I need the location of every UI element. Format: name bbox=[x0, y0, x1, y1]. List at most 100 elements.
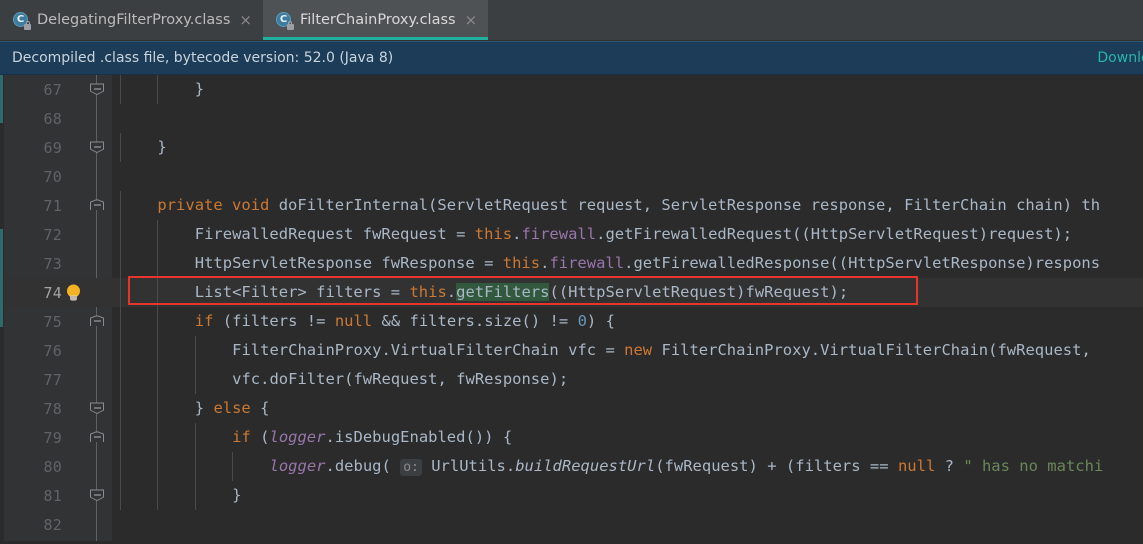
code-line[interactable] bbox=[112, 104, 1143, 133]
editor-tab-bar: C DelegatingFilterProxy.class × C Filter… bbox=[0, 0, 1143, 41]
change-marker bbox=[0, 229, 3, 327]
indent-guide bbox=[120, 423, 121, 452]
indent-guide bbox=[120, 220, 121, 249]
fold-start-icon[interactable] bbox=[90, 199, 104, 212]
line-number: 70 bbox=[43, 167, 62, 186]
code-line[interactable] bbox=[112, 162, 1143, 191]
change-marker bbox=[0, 75, 3, 123]
java-class-locked-icon: C bbox=[13, 11, 31, 30]
close-icon[interactable]: × bbox=[463, 12, 480, 28]
indent-guide bbox=[120, 394, 121, 423]
line-number: 68 bbox=[43, 109, 62, 128]
code-line[interactable]: FilterChainProxy.VirtualFilterChain vfc … bbox=[112, 336, 1143, 365]
line-number: 71 bbox=[43, 196, 62, 215]
gutter-row[interactable]: 82 bbox=[4, 510, 112, 539]
line-number: 82 bbox=[43, 515, 62, 534]
gutter-row[interactable]: 69 bbox=[4, 133, 112, 162]
fold-end-icon[interactable] bbox=[90, 402, 104, 415]
tab-bar-filler bbox=[488, 0, 1143, 40]
download-sources-link[interactable]: Download bbox=[1097, 50, 1143, 66]
line-number: 75 bbox=[43, 312, 62, 331]
code-line[interactable]: if (filters != null && filters.size() !=… bbox=[112, 307, 1143, 336]
line-number: 73 bbox=[43, 254, 62, 273]
line-number: 80 bbox=[43, 457, 62, 476]
indent-guide bbox=[157, 365, 159, 394]
indent-guide bbox=[157, 278, 159, 307]
indent-guide bbox=[157, 452, 159, 481]
indent-guide bbox=[120, 249, 121, 278]
indent-guide bbox=[157, 336, 159, 365]
indent-guide bbox=[120, 307, 121, 336]
line-number: 67 bbox=[43, 80, 62, 99]
code-line[interactable]: HttpServletResponse fwResponse = this.fi… bbox=[112, 249, 1143, 278]
gutter-row[interactable]: 77 bbox=[4, 365, 112, 394]
code-line[interactable]: FirewalledRequest fwRequest = this.firew… bbox=[112, 220, 1143, 249]
line-number: 69 bbox=[43, 138, 62, 157]
indent-guide bbox=[157, 423, 159, 452]
indent-guide bbox=[120, 278, 121, 307]
indent-guide bbox=[120, 481, 121, 510]
gutter-row[interactable]: 75 bbox=[4, 307, 112, 336]
intention-bulb-icon[interactable] bbox=[66, 284, 81, 301]
indent-guide bbox=[120, 452, 121, 481]
editor-body: 67 68 69 70 71 72 73 74 75 76 77 78 79 80 81 82 } } pri… bbox=[0, 75, 1143, 541]
fold-end-icon[interactable] bbox=[90, 83, 104, 96]
gutter-row[interactable]: 78 bbox=[4, 394, 112, 423]
gutter-row[interactable]: 80 bbox=[4, 452, 112, 481]
code-line[interactable]: private void doFilterInternal(ServletReq… bbox=[112, 191, 1143, 220]
banner-message: Decompiled .class file, bytecode version… bbox=[12, 50, 394, 66]
fold-start-icon[interactable] bbox=[90, 431, 104, 444]
line-number: 76 bbox=[43, 341, 62, 360]
close-icon[interactable]: × bbox=[237, 12, 254, 28]
indent-guide bbox=[120, 75, 121, 104]
indent-guide bbox=[120, 133, 121, 162]
code-line[interactable]: if (logger.isDebugEnabled()) { bbox=[112, 423, 1143, 452]
editor-tab-label: DelegatingFilterProxy.class bbox=[37, 12, 231, 28]
fold-start-icon[interactable] bbox=[90, 315, 104, 328]
indent-guide bbox=[194, 452, 196, 481]
editor-gutter[interactable]: 67 68 69 70 71 72 73 74 75 76 77 78 79 80 81 82 bbox=[4, 75, 112, 541]
code-line[interactable] bbox=[112, 510, 1143, 539]
indent-guide bbox=[120, 365, 121, 394]
fold-end-icon[interactable] bbox=[90, 489, 104, 502]
indent-guide bbox=[194, 336, 196, 365]
gutter-row[interactable]: 79 bbox=[4, 423, 112, 452]
indent-guide bbox=[194, 423, 196, 452]
banner-actions: Download bbox=[1097, 42, 1143, 74]
indent-guide bbox=[232, 452, 234, 481]
editor-code-area[interactable]: } } private void doFilterInternal(Servle… bbox=[112, 75, 1143, 541]
code-line[interactable]: } else { bbox=[112, 394, 1143, 423]
fold-end-icon[interactable] bbox=[90, 141, 104, 154]
code-line[interactable]: } bbox=[112, 75, 1143, 104]
code-line[interactable]: } bbox=[112, 133, 1143, 162]
indent-guide bbox=[157, 481, 159, 510]
gutter-row[interactable]: 74 bbox=[4, 278, 112, 307]
editor-tab-delegatingfilterproxy[interactable]: C DelegatingFilterProxy.class × bbox=[0, 0, 263, 40]
gutter-row[interactable]: 67 bbox=[4, 75, 112, 104]
indent-guide bbox=[157, 75, 159, 104]
gutter-row[interactable]: 72 bbox=[4, 220, 112, 249]
java-class-locked-icon: C bbox=[275, 11, 294, 30]
gutter-row[interactable]: 81 bbox=[4, 481, 112, 510]
gutter-row[interactable]: 73 bbox=[4, 249, 112, 278]
code-line[interactable]: List<Filter> filters = this.getFilters((… bbox=[112, 278, 1143, 307]
code-line[interactable]: } bbox=[112, 481, 1143, 510]
indent-guide bbox=[194, 481, 196, 510]
decompiled-class-banner: Decompiled .class file, bytecode version… bbox=[0, 41, 1143, 75]
gutter-row[interactable]: 70 bbox=[4, 162, 112, 191]
editor-tab-filterchainproxy[interactable]: C FilterChainProxy.class × bbox=[262, 0, 489, 40]
line-number: 81 bbox=[43, 486, 62, 505]
line-number: 78 bbox=[43, 399, 62, 418]
line-number: 79 bbox=[43, 428, 62, 447]
editor-tab-label: FilterChainProxy.class bbox=[299, 12, 456, 28]
indent-guide bbox=[157, 394, 159, 423]
parameter-hint: o: bbox=[400, 459, 422, 476]
gutter-row[interactable]: 68 bbox=[4, 104, 112, 133]
gutter-row[interactable]: 71 bbox=[4, 191, 112, 220]
line-number: 77 bbox=[43, 370, 62, 389]
code-line[interactable]: vfc.doFilter(fwRequest, fwResponse); bbox=[112, 365, 1143, 394]
code-line[interactable]: logger.debug( o: UrlUtils.buildRequestUr… bbox=[112, 452, 1143, 481]
gutter-row[interactable]: 76 bbox=[4, 336, 112, 365]
indent-guide bbox=[194, 365, 196, 394]
lock-icon bbox=[286, 20, 294, 30]
